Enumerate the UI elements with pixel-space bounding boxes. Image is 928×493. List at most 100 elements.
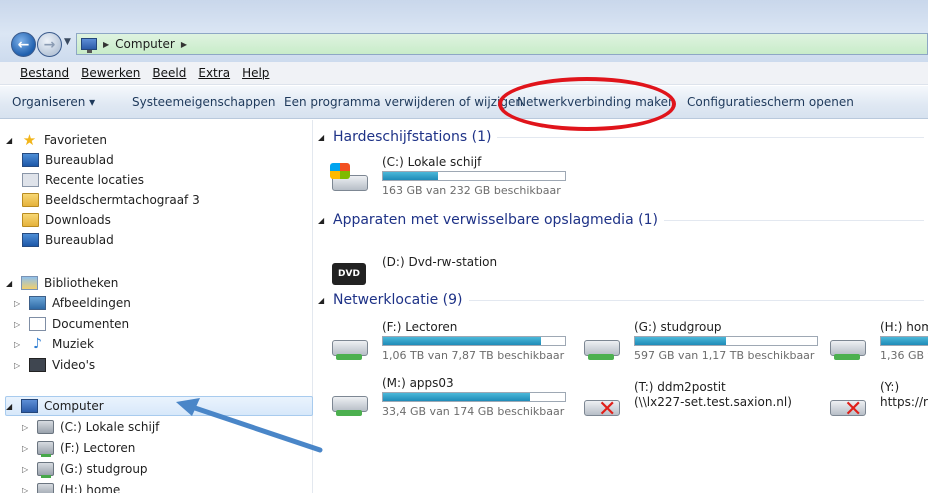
nav-item-drive-g[interactable]: ▷ (G:) studgroup (22, 459, 148, 479)
nav-item-drive-f[interactable]: ▷ (F:) Lectoren (22, 438, 135, 458)
menu-tools[interactable]: Extra (192, 66, 236, 80)
group-title: Hardeschijfstations (1) (333, 129, 492, 145)
nav-item-label: Bureaublad (45, 233, 114, 247)
nav-item-recent[interactable]: Recente locaties (22, 170, 144, 190)
drive-d[interactable]: DVD (D:) Dvd-rw-station (328, 245, 588, 285)
expanded-triangle-icon[interactable]: ◢ (6, 279, 15, 288)
network-drive-icon (328, 328, 372, 360)
menu-view[interactable]: Beeld (146, 66, 192, 80)
computer-icon (21, 399, 38, 413)
nav-item-label: Muziek (52, 337, 94, 351)
collapsed-triangle-icon[interactable]: ▷ (22, 444, 31, 453)
nav-favorites[interactable]: ◢ ★ Favorieten (6, 130, 107, 150)
pictures-icon (29, 296, 46, 310)
drive-usage-fill (383, 172, 438, 180)
group-title: Netwerklocatie (9) (333, 292, 463, 308)
drive-name: (H:) hom (880, 320, 928, 334)
nav-item-label: (C:) Lokale schijf (60, 420, 160, 434)
nav-item-tachograph[interactable]: Beeldschermtachograaf 3 (22, 190, 200, 210)
disconnected-network-drive-icon: ✕ (826, 388, 870, 420)
chevron-right-icon[interactable]: ▶ (181, 40, 187, 49)
drive-path: (\\lx227-set.test.saxion.nl) (634, 395, 792, 409)
collapsed-triangle-icon[interactable]: ▷ (22, 423, 31, 432)
nav-item-label: Video's (52, 358, 96, 372)
nav-item-music[interactable]: ▷ ♪ Muziek (14, 334, 94, 354)
nav-item-downloads[interactable]: Downloads (22, 210, 111, 230)
drive-free-space: 1,36 GB v (880, 349, 928, 360)
address-bar[interactable]: ▶ Computer ▶ (76, 33, 928, 55)
system-properties-button[interactable]: Systeemeigenschappen (132, 95, 275, 109)
nav-item-pictures[interactable]: ▷ Afbeeldingen (14, 293, 131, 313)
nav-item-label: Recente locaties (45, 173, 144, 187)
drive-m[interactable]: (M:) apps03 33,4 GB van 174 GB beschikba… (328, 376, 578, 418)
nav-item-label: (F:) Lectoren (60, 441, 136, 455)
drive-usage-fill (383, 393, 531, 401)
open-control-panel-button[interactable]: Configuratiescherm openen (687, 95, 854, 109)
expanded-triangle-icon[interactable]: ◢ (318, 133, 327, 142)
group-divider (468, 299, 924, 301)
nav-item-drive-c[interactable]: ▷ (C:) Lokale schijf (22, 417, 159, 437)
drive-name: (D:) Dvd-rw-station (382, 255, 498, 269)
drive-h[interactable]: (H:) hom 1,36 GB v (826, 320, 928, 360)
nav-item-documents[interactable]: ▷ Documenten (14, 314, 129, 334)
group-header-hdd[interactable]: ◢ Hardeschijfstations (1) (318, 127, 924, 147)
nav-item-drive-h[interactable]: ▷ (H:) home (22, 480, 120, 493)
breadcrumb-computer[interactable]: Computer (115, 37, 175, 51)
drive-y[interactable]: ✕ (Y:) https://re (826, 380, 928, 420)
drive-name: (T:) ddm2postit (634, 380, 726, 394)
drive-path: https://re (880, 395, 928, 409)
nav-libraries-label: Bibliotheken (44, 276, 119, 290)
collapsed-triangle-icon[interactable]: ▷ (22, 465, 31, 474)
drive-name: (G:) studgroup (634, 320, 722, 334)
nav-libraries[interactable]: ◢ Bibliotheken (6, 273, 118, 293)
explorer-window: ← → ▼ ▶ Computer ▶ Bestand Bewerken Beel… (0, 0, 928, 493)
drive-c[interactable]: (C:) Lokale schijf 163 GB van 232 GB bes… (328, 155, 588, 197)
group-header-network[interactable]: ◢ Netwerklocatie (9) (318, 290, 924, 310)
nav-item-label: (G:) studgroup (60, 462, 148, 476)
expanded-triangle-icon[interactable]: ◢ (318, 296, 327, 305)
menu-file[interactable]: Bestand (14, 66, 75, 80)
nav-item-label: (H:) home (60, 483, 121, 493)
collapsed-triangle-icon[interactable]: ▷ (22, 486, 31, 493)
group-header-removable[interactable]: ◢ Apparaten met verwisselbare opslagmedi… (318, 210, 924, 230)
drive-usage-bar (634, 336, 818, 346)
disconnected-network-drive-icon: ✕ (580, 388, 624, 421)
menu-edit[interactable]: Bewerken (75, 66, 146, 80)
recent-pages-dropdown[interactable]: ▼ (64, 37, 71, 47)
nav-item-desktop-2[interactable]: Bureaublad (22, 230, 114, 250)
drive-usage-bar (382, 171, 566, 181)
nav-favorites-label: Favorieten (44, 133, 107, 147)
drive-g[interactable]: (G:) studgroup 597 GB van 1,17 TB beschi… (580, 320, 830, 362)
nav-computer[interactable]: ◢ Computer (6, 396, 104, 416)
back-button[interactable]: ← (11, 32, 36, 57)
collapsed-triangle-icon[interactable]: ▷ (14, 361, 23, 370)
expanded-triangle-icon[interactable]: ◢ (6, 402, 15, 411)
video-icon (29, 358, 46, 372)
nav-item-videos[interactable]: ▷ Video's (14, 355, 95, 375)
organize-button[interactable]: Organiseren ▾ (12, 95, 95, 109)
forward-button[interactable]: → (37, 32, 62, 57)
uninstall-program-button[interactable]: Een programma verwijderen of wijzigen (284, 95, 523, 109)
title-bar: ← → ▼ ▶ Computer ▶ (0, 0, 928, 62)
drive-free-space: 33,4 GB van 174 GB beschikbaar (382, 405, 565, 418)
drive-f[interactable]: (F:) Lectoren 1,06 TB van 7,87 TB beschi… (328, 320, 578, 362)
nav-item-desktop[interactable]: Bureaublad (22, 150, 114, 170)
desktop-icon (22, 153, 39, 167)
collapsed-triangle-icon[interactable]: ▷ (14, 320, 23, 329)
collapsed-triangle-icon[interactable]: ▷ (14, 340, 23, 349)
computer-icon (81, 38, 97, 53)
nav-computer-label: Computer (44, 399, 104, 413)
nav-item-label: Bureaublad (45, 153, 114, 167)
menu-help[interactable]: Help (236, 66, 275, 80)
drive-t[interactable]: ✕ (T:) ddm2postit (\\lx227-set.test.saxi… (580, 380, 830, 421)
expanded-triangle-icon[interactable]: ◢ (6, 136, 15, 145)
collapsed-triangle-icon[interactable]: ▷ (14, 299, 23, 308)
chevron-right-icon[interactable]: ▶ (103, 40, 109, 49)
map-network-drive-button[interactable]: Netwerkverbinding maken (517, 95, 676, 109)
expanded-triangle-icon[interactable]: ◢ (318, 216, 327, 225)
network-drive-icon (580, 328, 624, 360)
group-divider (497, 136, 924, 138)
network-drive-icon (37, 462, 54, 478)
nav-item-label: Afbeeldingen (52, 296, 131, 310)
nav-item-label: Downloads (45, 213, 111, 227)
